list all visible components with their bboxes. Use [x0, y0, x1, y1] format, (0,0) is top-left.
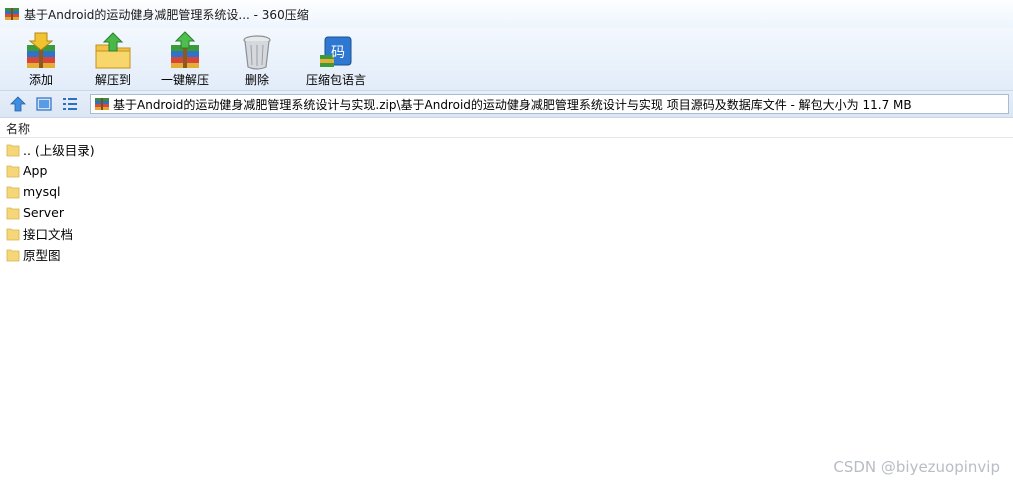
one-click-extract-icon [171, 31, 199, 68]
folder-icon [6, 207, 20, 219]
folder-icon [6, 144, 20, 156]
list-item-label: mysql [23, 184, 61, 199]
folder-icon [6, 186, 20, 198]
watermark: CSDN @biyezuopinvip [833, 458, 1000, 476]
list-item[interactable]: App [0, 160, 1013, 181]
list-item-label: 接口文档 [23, 227, 74, 242]
name-column-label: 名称 [6, 122, 31, 136]
one-click-extract-button-label: 一键解压 [160, 73, 209, 87]
name-column-header[interactable]: 名称 [0, 118, 1013, 138]
list-item[interactable]: 接口文档 [0, 223, 1013, 244]
address-bar: 基于Android的运动健身减肥管理系统设计与实现.zip\基于Android的… [0, 90, 1013, 118]
list-item[interactable]: mysql [0, 181, 1013, 202]
list-view-icon[interactable] [61, 95, 79, 113]
archive-language-icon: 码 [320, 36, 352, 67]
folder-icon [6, 228, 20, 240]
file-list: .. (上级目录) App mysql Server 接口文档 原型图 [0, 139, 1013, 265]
add-archive-icon [27, 32, 55, 68]
toolbar: 添加 解压到 一键解压 删除 码 压缩包语言 [0, 28, 1013, 90]
window-title: 基于Android的运动健身减肥管理系统设... - 360压缩 [24, 7, 309, 22]
list-item[interactable]: 原型图 [0, 244, 1013, 265]
archive-language-button[interactable]: 码 压缩包语言 [293, 28, 379, 90]
extract-to-button-label: 解压到 [94, 73, 131, 87]
folder-icon [6, 165, 20, 177]
list-item-label: 原型图 [23, 248, 61, 263]
list-item-parent-directory[interactable]: .. (上级目录) [0, 139, 1013, 160]
extract-to-icon [95, 32, 131, 69]
delete-trash-icon [243, 35, 271, 70]
title-bar: 基于Android的运动健身减肥管理系统设... - 360压缩 [0, 0, 1013, 29]
zip-file-icon [95, 98, 109, 110]
list-item-label: Server [23, 205, 64, 220]
add-button-label: 添加 [28, 73, 53, 87]
list-item-label: .. (上级目录) [23, 143, 95, 158]
add-button[interactable]: 添加 [5, 28, 77, 90]
address-path-text: 基于Android的运动健身减肥管理系统设计与实现.zip\基于Android的… [113, 97, 912, 112]
delete-button[interactable]: 删除 [221, 28, 293, 90]
delete-button-label: 删除 [244, 73, 269, 87]
thumbnail-view-icon[interactable] [35, 95, 53, 113]
extract-to-button[interactable]: 解压到 [77, 28, 149, 90]
folder-icon [6, 249, 20, 261]
one-click-extract-button[interactable]: 一键解压 [149, 28, 221, 90]
address-path-field[interactable]: 基于Android的运动健身减肥管理系统设计与实现.zip\基于Android的… [90, 94, 1009, 114]
list-item-label: App [23, 163, 48, 178]
up-arrow-icon[interactable] [9, 95, 27, 113]
archive-app-icon [5, 8, 19, 20]
archive-language-glyph: 码 [331, 45, 345, 61]
archive-language-button-label: 压缩包语言 [305, 73, 366, 87]
list-item[interactable]: Server [0, 202, 1013, 223]
